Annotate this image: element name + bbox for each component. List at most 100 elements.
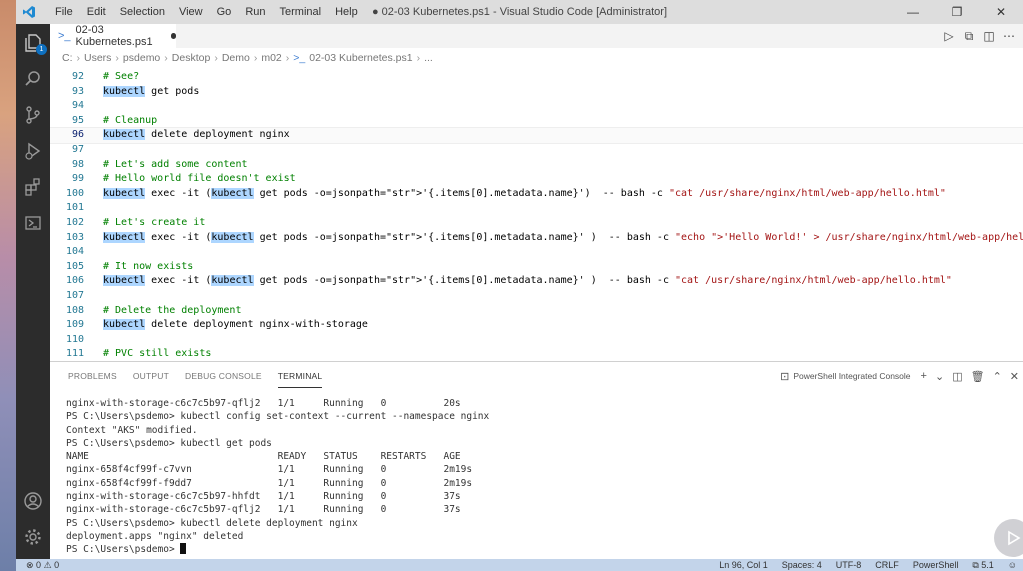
breadcrumb-item[interactable]: C: (62, 52, 73, 64)
code-text: # PVC still exists (103, 348, 212, 360)
unsaved-dot-icon[interactable] (171, 33, 176, 39)
menu-help[interactable]: Help (328, 0, 365, 24)
terminal-line: PS C:\Users\psdemo> kubectl config set-c… (66, 410, 1016, 423)
close-panel-icon[interactable]: ✕ (1010, 370, 1019, 383)
terminal-line: PS C:\Users\psdemo> (66, 543, 1016, 556)
terminal-line-text: nginx-with-storage-c6c7c5b97-hhfdt 1/1 R… (66, 491, 461, 503)
terminal-line-text: PS C:\Users\psdemo> kubectl delete deplo… (66, 517, 358, 529)
split-terminal-icon[interactable]: ◫ (952, 370, 962, 383)
explorer-icon[interactable]: 1 (16, 26, 50, 60)
menu-run[interactable]: Run (238, 0, 272, 24)
tab-debug-console[interactable]: DEBUG CONSOLE (185, 362, 262, 390)
maximize-panel-icon[interactable]: ⌃ (993, 370, 1002, 383)
feedback-icon[interactable]: ☺ (1008, 560, 1017, 570)
line-number: 102 (65, 216, 84, 228)
code-line[interactable]: 93 kubectl get pods (50, 85, 1023, 100)
code-line[interactable]: 100 kubectl exec -it (kubectl get pods -o… (50, 187, 1023, 202)
code-line[interactable]: 107 (50, 289, 1023, 304)
chevron-down-icon[interactable]: ⌄ (935, 370, 944, 383)
breadcrumb-item[interactable]: m02 (261, 52, 281, 64)
breadcrumb-item[interactable]: 02-03 Kubernetes.ps1 (309, 52, 412, 64)
title-bar: ● 02-03 Kubernetes.ps1 - Visual Studio C… (16, 0, 1023, 24)
terminal-line-text: nginx-658f4cf99f-f9dd7 1/1 Running 0 2m1… (66, 477, 473, 489)
breadcrumb-item[interactable]: psdemo (123, 52, 160, 64)
code-line[interactable]: 94 (50, 99, 1023, 114)
code-line[interactable]: 102 # Let's create it (50, 216, 1023, 231)
vscode-window: ● 02-03 Kubernetes.ps1 - Visual Studio C… (16, 0, 1023, 571)
code-line[interactable]: 110 (50, 333, 1023, 348)
menu-bar: File Edit Selection View Go Run Terminal… (48, 0, 365, 24)
code-line[interactable]: 95 # Cleanup (50, 114, 1023, 129)
editor-tab-active[interactable]: >_ 02-03 Kubernetes.ps1 (50, 24, 176, 48)
code-line[interactable]: 105 # It now exists (50, 260, 1023, 275)
code-editor[interactable]: 92 # See? 93 kubectl get pods 94 95 # Cleanup 9… (50, 70, 1023, 361)
code-line[interactable]: 109 kubectl delete deployment nginx-with-… (50, 318, 1023, 333)
status-bar: ⊗ 0 ⚠ 0 Ln 96, Col 1 Spaces: 4 UTF-8 CRL… (16, 559, 1023, 571)
menu-view[interactable]: View (172, 0, 210, 24)
code-line[interactable]: 104 (50, 245, 1023, 260)
breadcrumb-item[interactable]: Users (84, 52, 111, 64)
code-line[interactable]: 108 # Delete the deployment (50, 304, 1023, 319)
powershell-version[interactable]: ⧉ 5.1 (972, 560, 993, 571)
menu-edit[interactable]: Edit (80, 0, 113, 24)
terminal-line-text: PS C:\Users\psdemo> kubectl get pods (66, 437, 272, 449)
line-number: 95 (71, 114, 84, 126)
powershell-version-icon: ⧉ (972, 559, 982, 570)
source-control-icon[interactable] (16, 98, 50, 132)
code-line[interactable]: 106 kubectl exec -it (kubectl get pods -o… (50, 274, 1023, 289)
menu-terminal[interactable]: Terminal (273, 0, 329, 24)
code-line[interactable]: 98 # Let's add some content (50, 158, 1023, 173)
code-line[interactable]: 97 (50, 143, 1023, 158)
terminal-output[interactable]: nginx-with-storage-c6c7c5b97-qflj2 1/1 R… (66, 397, 1016, 557)
settings-gear-icon[interactable] (16, 520, 50, 554)
menu-file[interactable]: File (48, 0, 80, 24)
breadcrumb-item[interactable]: Demo (222, 52, 250, 64)
line-ending[interactable]: CRLF (875, 560, 899, 570)
account-icon[interactable] (16, 484, 50, 518)
menu-selection[interactable]: Selection (113, 0, 172, 24)
terminal-selector[interactable]: PowerShell Integrated Console (793, 371, 910, 381)
terminal-line: PS C:\Users\psdemo> kubectl get pods (66, 437, 1016, 450)
encoding[interactable]: UTF-8 (836, 560, 862, 570)
terminal-line-text: deployment.apps "nginx" deleted (66, 530, 244, 542)
trash-icon[interactable]: 🗑 (971, 370, 985, 383)
more-actions-icon[interactable]: ⋯ (999, 29, 1019, 43)
code-line[interactable]: 92 # See? (50, 70, 1023, 85)
desktop-background (0, 0, 16, 571)
indentation[interactable]: Spaces: 4 (782, 560, 822, 570)
extensions-icon[interactable] (16, 170, 50, 204)
code-line[interactable]: 111 # PVC still exists (50, 347, 1023, 361)
code-text: # Hello world file doesn't exist (103, 173, 296, 185)
new-terminal-icon[interactable]: + (921, 370, 927, 382)
run-selection-icon[interactable]: ⧉ (959, 29, 979, 44)
problems-indicator[interactable]: ⊗ 0 ⚠ 0 (16, 560, 59, 571)
breadcrumb-item[interactable]: ... (424, 52, 433, 64)
menu-go[interactable]: Go (210, 0, 239, 24)
terminal-line-text: nginx-with-storage-c6c7c5b97-qflj2 1/1 R… (66, 504, 461, 516)
run-file-icon[interactable]: ▷ (939, 29, 959, 43)
breadcrumb-item[interactable]: Desktop (172, 52, 211, 64)
split-editor-icon[interactable]: ◫ (979, 29, 999, 43)
terminal-line: nginx-658f4cf99f-f9dd7 1/1 Running 0 2m1… (66, 477, 1016, 490)
search-icon[interactable] (16, 62, 50, 96)
cursor-position[interactable]: Ln 96, Col 1 (719, 560, 768, 570)
code-text: kubectl delete deployment nginx-with-sto… (103, 319, 368, 331)
terminal-line: NAME READY STATUS RESTARTS AGE (66, 450, 1016, 463)
line-number: 101 (65, 202, 84, 214)
minimize-button[interactable]: — (891, 0, 935, 24)
code-line[interactable]: 101 (50, 201, 1023, 216)
panel-actions: ⊡ PowerShell Integrated Console + ⌄ ◫ 🗑 … (776, 362, 1023, 390)
run-debug-icon[interactable] (16, 134, 50, 168)
language-mode[interactable]: PowerShell (913, 560, 959, 570)
line-number: 111 (65, 348, 84, 360)
code-text: kubectl exec -it (kubectl get pods -o=js… (103, 231, 1023, 243)
code-line[interactable]: 99 # Hello world file doesn't exist (50, 172, 1023, 187)
close-button[interactable]: ✕ (979, 0, 1023, 24)
code-line[interactable]: 103 kubectl exec -it (kubectl get pods -o… (50, 231, 1023, 246)
tab-output[interactable]: OUTPUT (133, 362, 169, 390)
tab-terminal[interactable]: TERMINAL (277, 365, 323, 388)
tab-problems[interactable]: PROBLEMS (68, 362, 117, 390)
powershell-icon[interactable] (16, 206, 50, 240)
code-line[interactable]: 96 kubectl delete deployment nginx (50, 127, 1023, 144)
restore-button[interactable]: ❐ (935, 0, 979, 24)
